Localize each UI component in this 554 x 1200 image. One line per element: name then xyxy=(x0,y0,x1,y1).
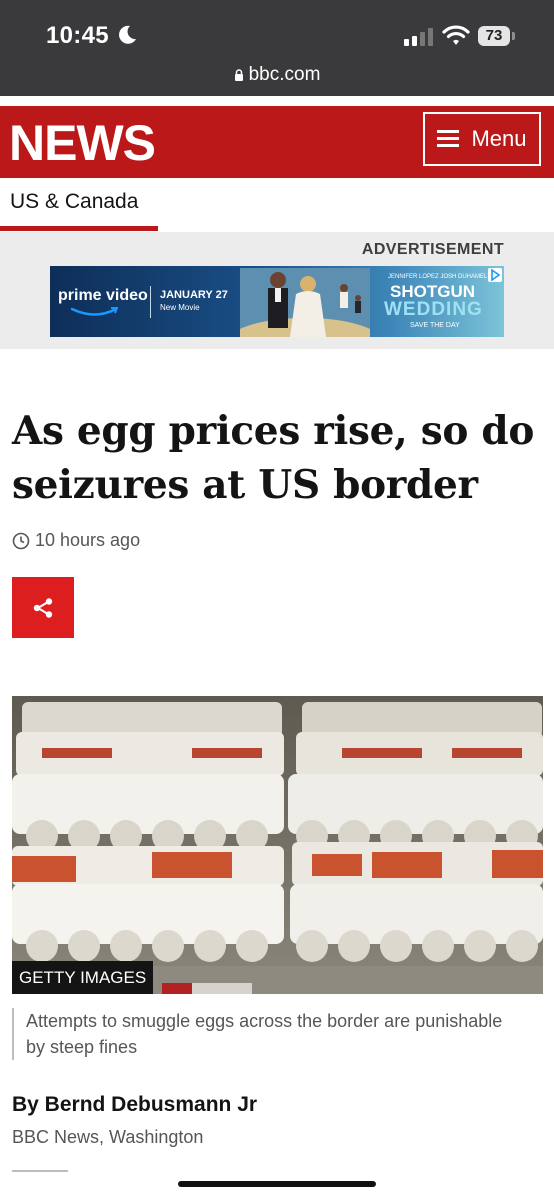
lock-icon xyxy=(234,69,243,81)
battery-level: 73 xyxy=(485,27,503,44)
home-indicator[interactable] xyxy=(178,1181,376,1187)
advert-title-line2: WEDDING xyxy=(384,299,483,320)
advert-people-image xyxy=(240,268,370,337)
signal-icon xyxy=(404,28,433,46)
egg-cartons-photo xyxy=(12,696,543,994)
timestamp-text: 10 hours ago xyxy=(35,530,141,550)
divider xyxy=(12,1170,68,1172)
section-link-us-canada[interactable]: US & Canada xyxy=(10,190,138,214)
article-timestamp: 10 hours ago xyxy=(12,530,140,551)
menu-button[interactable]: Menu xyxy=(423,112,541,166)
clock-icon xyxy=(12,532,30,549)
advert-tagline: SAVE THE DAY xyxy=(410,322,460,329)
advert-banner[interactable]: prime video JANUARY 27 New Movie JENNIFE… xyxy=(50,266,504,337)
adchoices-icon[interactable] xyxy=(488,268,502,282)
share-button[interactable] xyxy=(12,577,74,638)
status-bar: 10:45 73 bbc.com xyxy=(0,0,554,96)
wifi-icon xyxy=(442,25,470,45)
share-icon xyxy=(33,597,53,618)
advert-credits: JENNIFER LOPEZ JOSH DUHAMEL xyxy=(388,274,488,280)
advert-brand: prime video xyxy=(58,287,148,304)
advert-subtitle: New Movie xyxy=(160,303,200,312)
image-caption: Attempts to smuggle eggs across the bord… xyxy=(12,1008,506,1060)
advert-divider xyxy=(150,286,151,318)
amazon-smile-icon xyxy=(70,307,119,316)
address-bar[interactable]: bbc.com xyxy=(0,64,554,86)
article-byline: By Bernd Debusmann Jr xyxy=(12,1093,258,1116)
news-logo[interactable]: NEWS xyxy=(9,114,156,172)
menu-label: Menu xyxy=(471,126,527,151)
battery-indicator: 73 xyxy=(478,26,516,46)
advert-label: ADVERTISEMENT xyxy=(361,241,504,258)
section-active-indicator xyxy=(0,226,158,231)
article-image[interactable] xyxy=(12,696,543,994)
image-credit: GETTY IMAGES xyxy=(12,961,154,994)
advert-date: JANUARY 27 xyxy=(160,289,228,301)
status-time: 10:45 xyxy=(46,22,109,49)
byline-organisation: BBC News, Washington xyxy=(12,1127,204,1147)
section-nav: US & Canada xyxy=(0,178,554,232)
moon-icon xyxy=(119,25,136,44)
hamburger-icon xyxy=(437,130,460,148)
url-text: bbc.com xyxy=(248,64,321,85)
article-headline: As egg prices rise, so do seizures at US… xyxy=(12,408,535,508)
